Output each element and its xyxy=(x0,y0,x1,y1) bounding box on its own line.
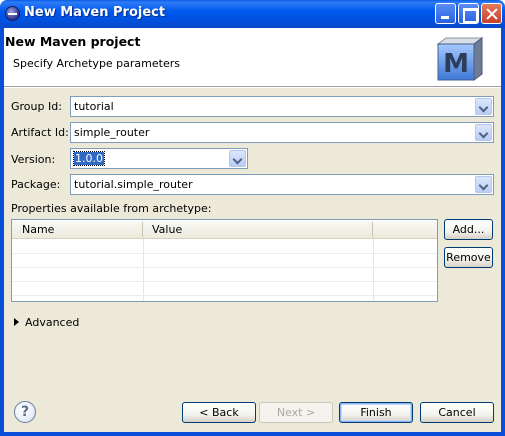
column-header-value[interactable]: Value xyxy=(152,223,182,236)
grid-line xyxy=(12,253,437,254)
svg-text:M: M xyxy=(443,49,469,79)
window-title: New Maven Project xyxy=(24,5,166,20)
package-combo[interactable]: tutorial.simple_router xyxy=(70,174,494,195)
version-label: Version: xyxy=(11,153,56,166)
maven-logo: M xyxy=(436,37,484,81)
remove-property-button[interactable]: Remove xyxy=(444,247,493,268)
maximize-button[interactable] xyxy=(458,3,479,24)
group-id-label: Group Id: xyxy=(11,100,62,113)
back-button[interactable]: < Back xyxy=(182,402,256,423)
add-property-button[interactable]: Add... xyxy=(444,219,493,240)
grid-line xyxy=(143,239,144,301)
grid-line xyxy=(373,239,374,301)
artifact-id-combo[interactable]: simple_router xyxy=(70,122,494,143)
chevron-down-icon[interactable] xyxy=(475,124,492,141)
next-button[interactable]: Next > xyxy=(259,402,333,423)
version-value: 1.0.0 xyxy=(73,151,105,166)
minimize-button[interactable] xyxy=(435,3,456,24)
advanced-toggle[interactable]: Advanced xyxy=(25,316,79,329)
chevron-down-icon[interactable] xyxy=(475,176,492,193)
eclipse-icon xyxy=(5,6,20,21)
chevron-down-icon[interactable] xyxy=(229,150,246,167)
properties-table[interactable]: Name Value xyxy=(11,219,438,302)
column-divider[interactable] xyxy=(372,222,373,237)
properties-label: Properties available from archetype: xyxy=(11,202,212,215)
wizard-header: New Maven project Specify Archetype para… xyxy=(4,28,501,86)
window-titlebar[interactable]: New Maven Project xyxy=(0,0,505,28)
table-header: Name Value xyxy=(12,220,437,239)
page-title: New Maven project xyxy=(5,34,141,49)
page-subtitle: Specify Archetype parameters xyxy=(13,57,180,70)
expand-triangle-icon[interactable] xyxy=(14,318,19,326)
window-border-right xyxy=(501,28,505,436)
grid-line xyxy=(12,295,437,296)
package-label: Package: xyxy=(11,178,61,191)
help-icon[interactable]: ? xyxy=(14,401,36,423)
group-id-combo[interactable]: tutorial xyxy=(70,96,494,117)
close-button[interactable] xyxy=(481,3,502,24)
column-header-name[interactable]: Name xyxy=(22,223,54,236)
grid-line xyxy=(12,281,437,282)
cancel-button[interactable]: Cancel xyxy=(420,402,494,423)
artifact-id-value: simple_router xyxy=(74,126,150,139)
artifact-id-label: Artifact Id: xyxy=(11,126,69,139)
chevron-down-icon[interactable] xyxy=(475,98,492,115)
column-divider[interactable] xyxy=(142,222,143,237)
package-value: tutorial.simple_router xyxy=(74,178,193,191)
version-combo[interactable]: 1.0.0 xyxy=(70,148,248,169)
grid-line xyxy=(12,267,437,268)
window-border-bottom xyxy=(0,432,505,436)
finish-button[interactable]: Finish xyxy=(339,402,413,423)
group-id-value: tutorial xyxy=(74,100,114,113)
